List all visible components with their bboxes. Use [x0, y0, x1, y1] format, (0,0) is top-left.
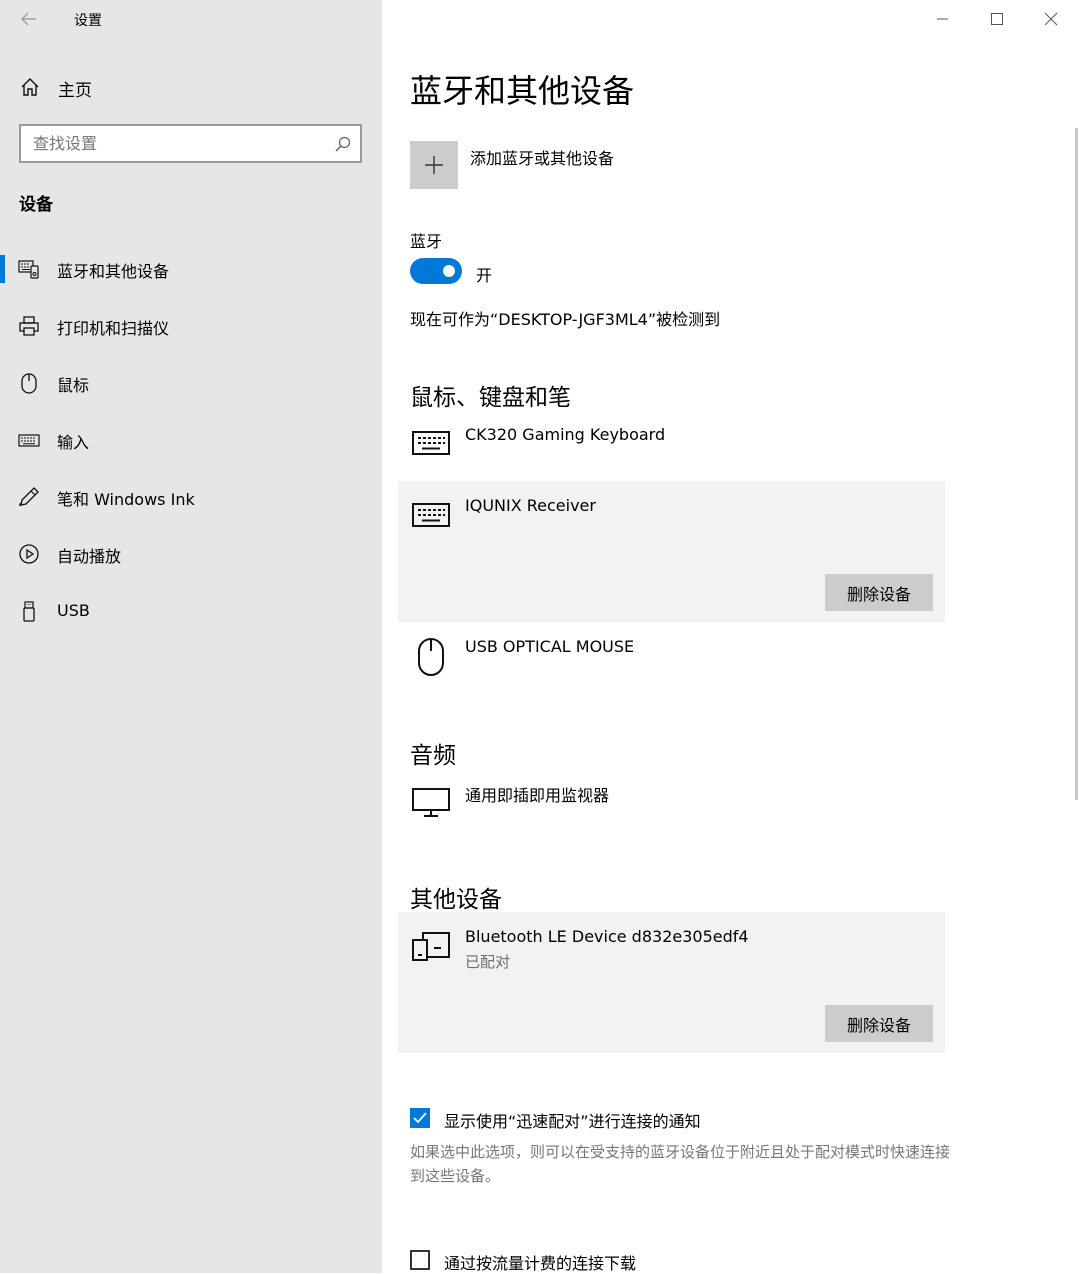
- remove-device-button[interactable]: 删除设备: [825, 1005, 933, 1042]
- group-title-other: 其他设备: [410, 887, 502, 913]
- main-pane: 蓝牙和其他设备 添加蓝牙或其他设备 蓝牙 开 现在可作为“DESKTOP-JGF…: [382, 0, 1080, 1273]
- checkmark-icon: [413, 1112, 427, 1124]
- device-status: 已配对: [465, 953, 511, 971]
- home-icon: [19, 76, 41, 98]
- toggle-state-label: 开: [476, 266, 493, 285]
- device-item[interactable]: USB OPTICAL MOUSE: [398, 627, 945, 687]
- sidebar-item-label: 输入: [57, 433, 90, 452]
- device-item[interactable]: 通用即插即用监视器: [398, 774, 945, 834]
- sidebar-item-label: 鼠标: [57, 376, 90, 395]
- pen-icon: [17, 485, 41, 509]
- device-item-selected[interactable]: Bluetooth LE Device d832e305edf4 已配对 删除设…: [398, 912, 945, 1053]
- swift-pair-checkbox[interactable]: [410, 1108, 430, 1128]
- keyboard-icon: [17, 428, 41, 452]
- device-item-selected[interactable]: IQUNIX Receiver 删除设备: [398, 481, 945, 622]
- device-item[interactable]: CK320 Gaming Keyboard: [398, 416, 945, 476]
- metered-download-checkbox[interactable]: [410, 1250, 430, 1270]
- sidebar-item-label: 蓝牙和其他设备: [57, 262, 170, 281]
- close-button[interactable]: [1024, 0, 1078, 38]
- mouse-icon: [17, 371, 41, 395]
- search-icon[interactable]: [334, 135, 352, 153]
- keyboard-icon: [410, 494, 452, 536]
- sidebar-item-label: 打印机和扫描仪: [57, 319, 170, 338]
- sidebar-item-label: USB: [57, 601, 90, 620]
- keyboard-icon: [410, 422, 452, 464]
- sidebar-item-label: 笔和 Windows Ink: [57, 490, 195, 509]
- sidebar-item-home-label: 主页: [58, 81, 92, 101]
- sidebar-item-typing[interactable]: 输入: [0, 418, 382, 462]
- bluetooth-label: 蓝牙: [410, 232, 443, 251]
- add-device-button[interactable]: [410, 141, 458, 189]
- group-title-input: 鼠标、键盘和笔: [410, 385, 571, 411]
- sidebar-item-bluetooth[interactable]: 蓝牙和其他设备: [0, 247, 382, 291]
- device-name: 通用即插即用监视器: [465, 786, 610, 805]
- autoplay-icon: [17, 542, 41, 566]
- discoverable-text: 现在可作为“DESKTOP-JGF3ML4”被检测到: [410, 310, 721, 329]
- bluetooth-toggle[interactable]: [410, 258, 462, 284]
- toggle-knob: [443, 265, 455, 277]
- sidebar-item-printers[interactable]: 打印机和扫描仪: [0, 304, 382, 348]
- bluetooth-devices-icon: [17, 257, 41, 281]
- back-arrow-icon[interactable]: [14, 6, 44, 32]
- swift-pair-label[interactable]: 显示使用“迅速配对”进行连接的通知: [444, 1108, 701, 1132]
- scrollbar[interactable]: [1075, 128, 1078, 800]
- maximize-button[interactable]: [970, 0, 1024, 38]
- mouse-icon: [410, 635, 452, 677]
- sidebar-item-usb[interactable]: USB: [0, 590, 382, 634]
- page-title: 蓝牙和其他设备: [410, 72, 635, 110]
- device-name: CK320 Gaming Keyboard: [465, 425, 666, 444]
- generic-device-icon: [410, 926, 452, 968]
- metered-download-label[interactable]: 通过按流量计费的连接下载: [444, 1250, 636, 1274]
- app-title: 设置: [74, 13, 102, 29]
- add-device-label[interactable]: 添加蓝牙或其他设备: [470, 145, 614, 169]
- sidebar: 设置 主页 设备 蓝牙和其他设备 打印机和扫描仪 鼠标 输入: [0, 0, 382, 1273]
- device-name: IQUNIX Receiver: [465, 496, 596, 515]
- device-name: Bluetooth LE Device d832e305edf4: [465, 927, 749, 946]
- minimize-button[interactable]: [915, 0, 969, 38]
- sidebar-section-header: 设备: [19, 195, 53, 215]
- sidebar-item-mouse[interactable]: 鼠标: [0, 361, 382, 405]
- plus-icon: [425, 156, 443, 174]
- group-title-audio: 音频: [410, 743, 456, 769]
- search-box[interactable]: [19, 124, 362, 163]
- swift-pair-description: 如果选中此选项，则可以在受支持的蓝牙设备位于附近且处于配对模式时快速连接到这些设…: [410, 1143, 951, 1185]
- sidebar-item-label: 自动播放: [57, 547, 122, 566]
- remove-device-button[interactable]: 删除设备: [825, 574, 933, 611]
- sidebar-item-pen[interactable]: 笔和 Windows Ink: [0, 475, 382, 519]
- usb-icon: [17, 600, 41, 624]
- sidebar-item-home[interactable]: 主页: [0, 66, 382, 108]
- printer-icon: [17, 314, 41, 338]
- device-name: USB OPTICAL MOUSE: [465, 637, 635, 656]
- monitor-icon: [410, 780, 452, 822]
- sidebar-item-autoplay[interactable]: 自动播放: [0, 532, 382, 576]
- search-input[interactable]: [33, 131, 323, 155]
